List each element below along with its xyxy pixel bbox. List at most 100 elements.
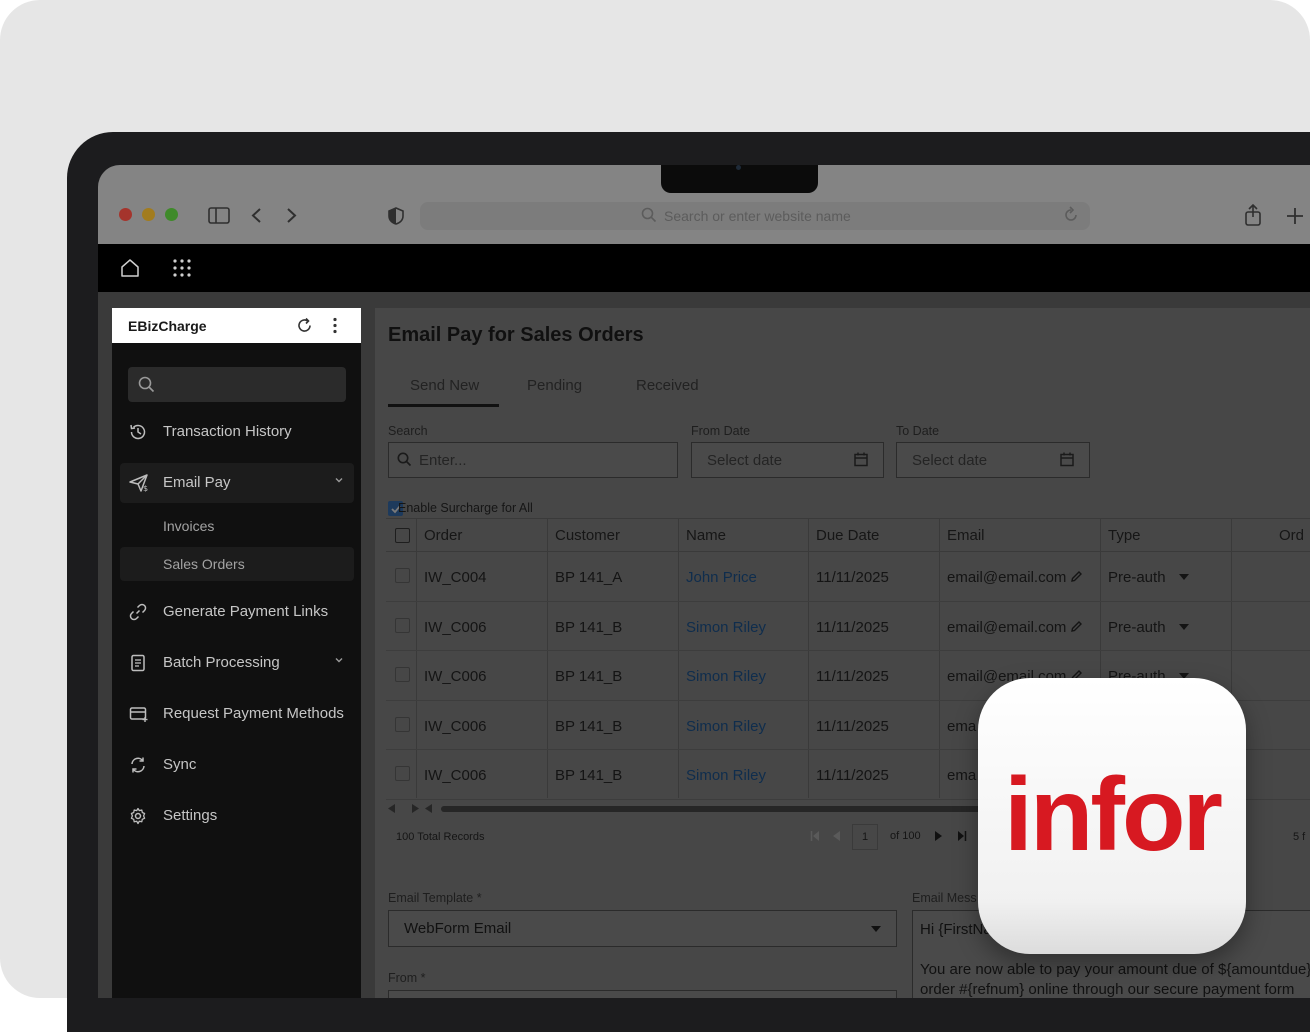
calendar-icon[interactable] — [1060, 452, 1074, 467]
search-icon — [397, 452, 412, 467]
sidebar-item-settings[interactable]: Settings — [120, 796, 354, 836]
next-page-icon[interactable] — [935, 831, 942, 841]
row-checkbox[interactable] — [395, 716, 410, 732]
from-date-placeholder: Select date — [707, 452, 783, 469]
select-all-checkbox[interactable] — [395, 528, 410, 543]
forward-icon[interactable] — [284, 207, 298, 224]
privacy-shield-icon[interactable] — [388, 207, 404, 225]
edit-pencil-icon[interactable] — [1070, 620, 1083, 633]
sidebar-item-request-payment-methods[interactable]: Request Payment Methods — [120, 694, 354, 734]
reload-icon[interactable] — [1062, 206, 1080, 224]
new-tab-icon[interactable] — [1286, 207, 1304, 225]
edit-pencil-icon[interactable] — [1070, 570, 1083, 583]
from-date-field[interactable]: Select date — [691, 442, 884, 478]
sidebar-subitem-invoices[interactable]: Invoices — [120, 509, 354, 543]
tab-received[interactable]: Received — [636, 377, 699, 394]
sidebar-item-generate-payment-links[interactable]: Generate Payment Links — [120, 592, 354, 632]
cell-order: IW_C006 — [424, 668, 487, 685]
cell-order: IW_C006 — [424, 767, 487, 784]
cell-email: ema — [947, 767, 977, 784]
url-bar[interactable]: Search or enter website name — [420, 202, 1090, 230]
sidebar-item-label: Generate Payment Links — [163, 603, 329, 620]
cell-type[interactable]: Pre-auth — [1108, 569, 1166, 586]
page-number-input[interactable]: 1 — [852, 824, 878, 850]
share-icon[interactable] — [1244, 204, 1262, 226]
chevron-down-icon[interactable] — [334, 655, 344, 665]
caret-down-icon[interactable] — [1179, 623, 1189, 630]
cell-type[interactable]: Pre-auth — [1108, 619, 1166, 636]
last-page-icon[interactable] — [957, 831, 967, 841]
column-header-type[interactable]: Type — [1108, 527, 1141, 544]
sidebar-search-input[interactable] — [128, 367, 346, 402]
row-checkbox[interactable] — [395, 617, 410, 633]
tab-pending[interactable]: Pending — [527, 377, 582, 394]
sidebar-toggle-icon[interactable] — [208, 207, 230, 224]
previous-page-icon[interactable] — [833, 831, 840, 841]
column-header-name[interactable]: Name — [686, 527, 726, 544]
sidebar-item-label: Batch Processing — [163, 654, 280, 671]
to-date-field[interactable]: Select date — [896, 442, 1090, 478]
cell-due-date: 11/11/2025 — [816, 569, 889, 586]
sidebar-item-label: Transaction History — [163, 423, 292, 440]
column-header-order[interactable]: Order — [424, 527, 462, 544]
first-page-icon[interactable] — [810, 831, 820, 841]
home-icon[interactable] — [120, 258, 140, 278]
tab-send-new[interactable]: Send New — [410, 377, 479, 394]
app-launcher-icon[interactable] — [172, 258, 192, 278]
from-select[interactable] — [388, 990, 897, 998]
search-input[interactable]: Enter... — [388, 442, 678, 478]
sidebar-header: EBizCharge — [112, 308, 361, 343]
column-header-customer[interactable]: Customer — [555, 527, 620, 544]
search-label: Search — [388, 424, 428, 438]
email-template-select[interactable]: WebForm Email — [388, 910, 897, 947]
caret-down-icon[interactable] — [871, 926, 881, 932]
column-header-ord[interactable]: Ord — [1279, 527, 1304, 544]
cell-name-link[interactable]: Simon Riley — [686, 668, 766, 685]
row-checkbox[interactable] — [395, 568, 410, 583]
sidebar-item-label: Email Pay — [163, 474, 231, 491]
sidebar-item-sync[interactable]: Sync — [120, 745, 354, 785]
close-window-button[interactable] — [119, 208, 132, 221]
tab-bar: Send New Pending Received — [388, 367, 699, 407]
refresh-icon[interactable] — [296, 317, 313, 334]
cell-name-link[interactable]: John Price — [686, 569, 757, 586]
cell-due-date: 11/11/2025 — [816, 717, 889, 735]
caret-down-icon[interactable] — [1179, 574, 1189, 580]
search-icon — [641, 207, 657, 223]
column-header-due-date[interactable]: Due Date — [816, 527, 879, 544]
cell-name-link[interactable]: Simon Riley — [686, 619, 766, 636]
calendar-icon[interactable] — [854, 452, 868, 467]
row-checkbox[interactable] — [395, 667, 410, 682]
total-records: 100 Total Records — [396, 831, 485, 843]
scroll-left-icon[interactable] — [388, 804, 396, 813]
cell-customer: BP 141_B — [555, 717, 623, 735]
minimize-window-button[interactable] — [142, 208, 155, 221]
sidebar-item-transaction-history[interactable]: Transaction History — [120, 412, 354, 452]
required-asterisk: * — [420, 971, 426, 985]
cell-name-link[interactable]: Simon Riley — [686, 767, 766, 784]
from-date-label: From Date — [691, 424, 751, 438]
row-checkbox[interactable] — [395, 766, 410, 781]
email-template-value: WebForm Email — [404, 920, 512, 937]
more-options-icon[interactable] — [332, 317, 338, 334]
sidebar-subitem-label: Invoices — [163, 518, 215, 534]
sidebar: EBizCharge Transaction History $ Email P… — [112, 308, 361, 998]
sidebar-item-email-pay[interactable]: $ Email Pay — [120, 463, 354, 503]
maximize-window-button[interactable] — [165, 208, 178, 221]
cell-name-link[interactable]: Simon Riley — [686, 718, 766, 735]
sidebar-subitem-sales-orders[interactable]: Sales Orders — [120, 547, 354, 581]
sidebar-item-label: Sync — [163, 756, 197, 773]
scroll-right-icon[interactable] — [411, 804, 419, 813]
table-header: Order Customer Name Due Date Email Type … — [386, 518, 1310, 552]
back-icon[interactable] — [250, 207, 264, 224]
table-row[interactable]: IW_C004 BP 141_A John Price 11/11/2025 e… — [386, 552, 1310, 602]
chevron-down-icon[interactable] — [334, 475, 344, 485]
sidebar-item-batch-processing[interactable]: Batch Processing — [120, 643, 354, 683]
column-header-email[interactable]: Email — [947, 527, 985, 544]
batch-document-icon — [131, 654, 145, 672]
enable-surcharge-label: Enable Surcharge for All — [398, 501, 533, 515]
sync-icon — [131, 757, 145, 773]
cell-due-date: 11/11/2025 — [816, 767, 889, 784]
scroll-left-icon[interactable] — [425, 804, 433, 813]
table-row[interactable]: IW_C006 BP 141_B Simon Riley 11/11/2025 … — [386, 602, 1310, 651]
